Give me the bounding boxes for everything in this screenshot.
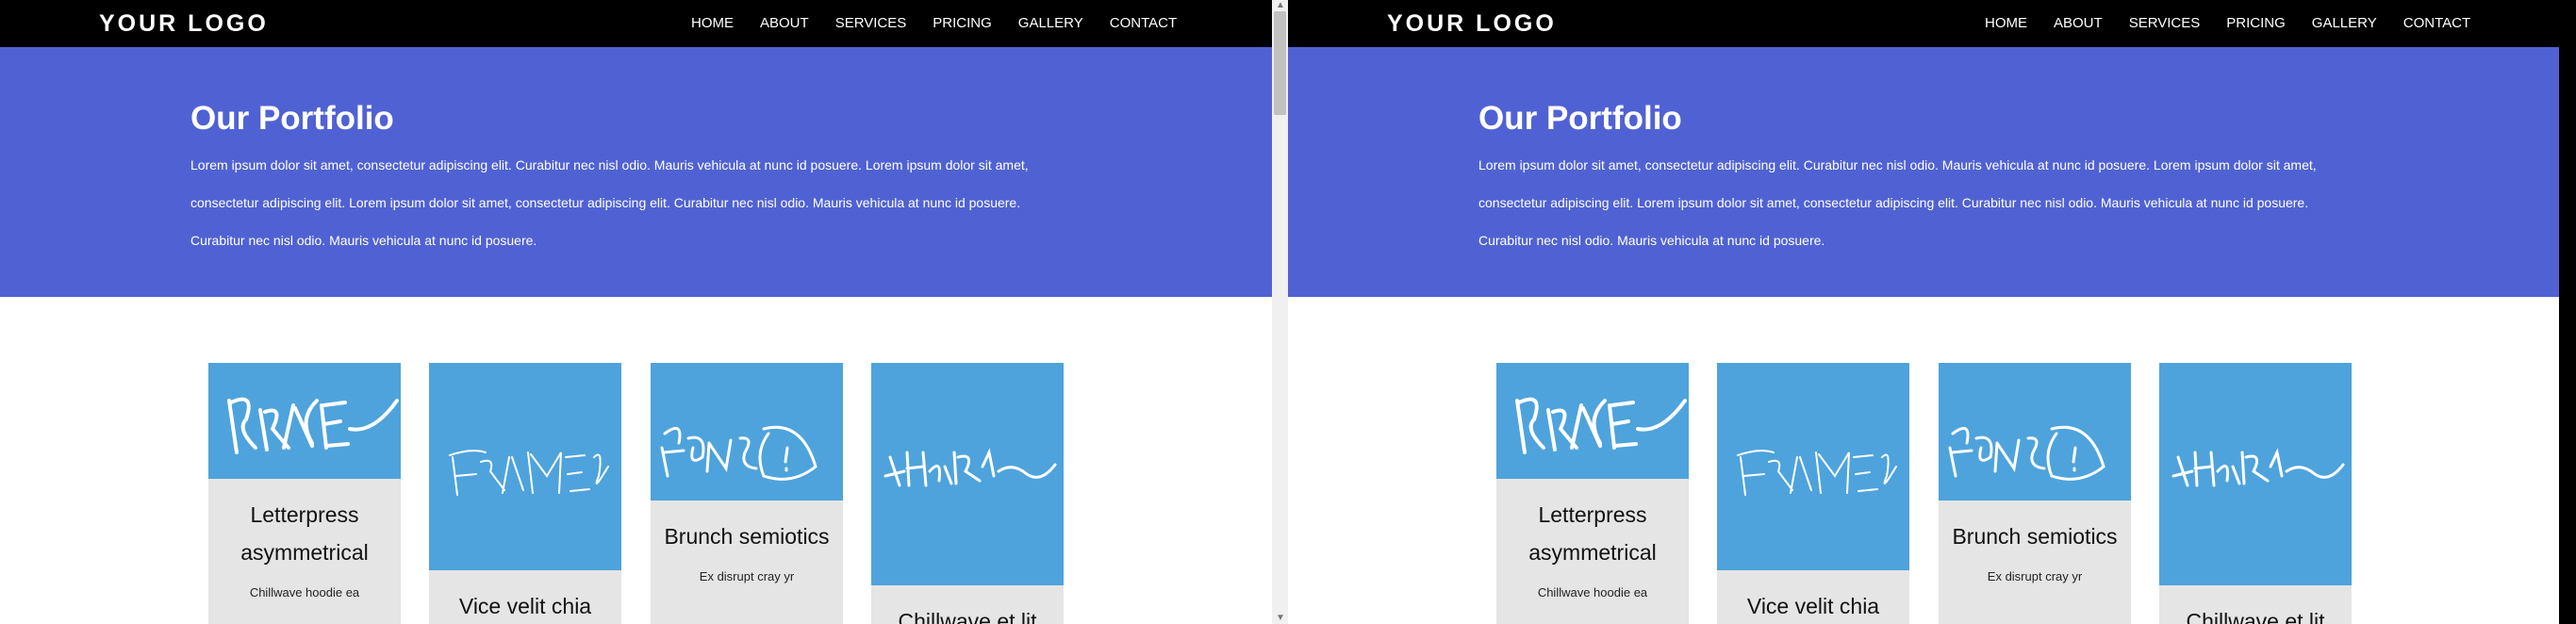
- top-navbar: YOUR LOGO HOME ABOUT SERVICES PRICING GA…: [1288, 0, 2559, 47]
- hero-description: Lorem ipsum dolor sit amet, consectetur …: [1478, 157, 2317, 248]
- hero-description: Lorem ipsum dolor sit amet, consectetur …: [190, 157, 1029, 248]
- graffiti-frames-image: [449, 450, 609, 496]
- graffiti-brace-image: [227, 397, 399, 454]
- portfolio-card[interactable]: Letterpress asymmetrical Chillwave hoodi…: [208, 363, 401, 624]
- browser-viewport-right: YOUR LOGO HOME ABOUT SERVICES PRICING GA…: [1288, 0, 2559, 624]
- graffiti-tag-image: [883, 448, 1057, 487]
- card-image[interactable]: [1939, 363, 2131, 501]
- scrollbar-thumb[interactable]: [1274, 11, 1286, 115]
- window-edge: [2559, 0, 2576, 624]
- graffiti-frames-image: [1737, 450, 1897, 496]
- card-image[interactable]: [651, 363, 843, 501]
- portfolio-card[interactable]: Vice velit chia: [1717, 363, 1909, 624]
- card-image[interactable]: [1717, 363, 1909, 570]
- card-title: Vice velit chia: [1746, 594, 1880, 618]
- nav-about[interactable]: ABOUT: [760, 14, 809, 33]
- page-title: Our Portfolio: [190, 100, 394, 137]
- portfolio-card[interactable]: Chillwave et lit: [2159, 363, 2352, 624]
- nav-gallery[interactable]: GALLERY: [2312, 14, 2377, 33]
- scroll-down-icon[interactable]: ▼: [1275, 613, 1286, 624]
- card-title: Chillwave et lit: [2186, 609, 2325, 624]
- card-title: Brunch semiotics: [664, 524, 830, 549]
- scroll-up-icon[interactable]: ▲: [1275, 0, 1286, 11]
- site-logo[interactable]: YOUR LOGO: [99, 9, 269, 38]
- card-description: Ex disrupt cray yr: [699, 569, 795, 583]
- site-logo[interactable]: YOUR LOGO: [1387, 9, 1557, 38]
- nav-pricing[interactable]: PRICING: [2226, 14, 2286, 33]
- nav-home[interactable]: HOME: [1985, 14, 2027, 33]
- nav-services[interactable]: SERVICES: [2129, 14, 2201, 33]
- nav-services[interactable]: SERVICES: [835, 14, 907, 33]
- nav-contact[interactable]: CONTACT: [2403, 14, 2470, 33]
- card-image[interactable]: [429, 363, 621, 570]
- graffiti-fonts-image: [1948, 425, 2105, 481]
- nav-pricing[interactable]: PRICING: [933, 14, 992, 33]
- card-image[interactable]: [1496, 363, 1689, 479]
- portfolio-card[interactable]: Vice velit chia: [429, 363, 621, 624]
- card-description: Chillwave hoodie ea: [249, 585, 360, 599]
- nav-contact[interactable]: CONTACT: [1110, 14, 1177, 33]
- graffiti-tag-image: [2171, 448, 2345, 487]
- portfolio-card[interactable]: Brunch semiotics Ex disrupt cray yr: [1939, 363, 2131, 624]
- nav-about[interactable]: ABOUT: [2054, 14, 2103, 33]
- hero-section: Our Portfolio Lorem ipsum dolor sit amet…: [1288, 47, 2559, 297]
- card-description: Ex disrupt cray yr: [1987, 569, 2083, 583]
- card-title: Vice velit chia: [458, 594, 592, 618]
- graffiti-fonts-image: [660, 425, 817, 481]
- browser-viewport-left: YOUR LOGO HOME ABOUT SERVICES PRICING GA…: [0, 0, 1272, 624]
- nav-gallery[interactable]: GALLERY: [1018, 14, 1083, 33]
- main-nav: HOME ABOUT SERVICES PRICING GALLERY CONT…: [691, 14, 1177, 33]
- card-title: Letterpress asymmetrical: [240, 502, 369, 565]
- portfolio-card[interactable]: Letterpress asymmetrical Chillwave hoodi…: [1496, 363, 1689, 624]
- card-image[interactable]: [2159, 363, 2352, 585]
- card-description: Chillwave hoodie ea: [1537, 585, 1648, 599]
- page-title: Our Portfolio: [1478, 100, 1682, 137]
- hero-section: Our Portfolio Lorem ipsum dolor sit amet…: [0, 47, 1272, 297]
- card-title: Chillwave et lit: [898, 609, 1037, 624]
- portfolio-card[interactable]: Brunch semiotics Ex disrupt cray yr: [651, 363, 843, 624]
- nav-home[interactable]: HOME: [691, 14, 734, 33]
- main-nav: HOME ABOUT SERVICES PRICING GALLERY CONT…: [1985, 14, 2470, 33]
- card-title: Letterpress asymmetrical: [1528, 502, 1657, 565]
- top-navbar: YOUR LOGO HOME ABOUT SERVICES PRICING GA…: [0, 0, 1272, 47]
- portfolio-card[interactable]: Chillwave et lit: [871, 363, 1064, 624]
- card-title: Brunch semiotics: [1952, 524, 2118, 549]
- card-image[interactable]: [871, 363, 1064, 585]
- graffiti-brace-image: [1515, 397, 1687, 454]
- card-image[interactable]: [208, 363, 401, 479]
